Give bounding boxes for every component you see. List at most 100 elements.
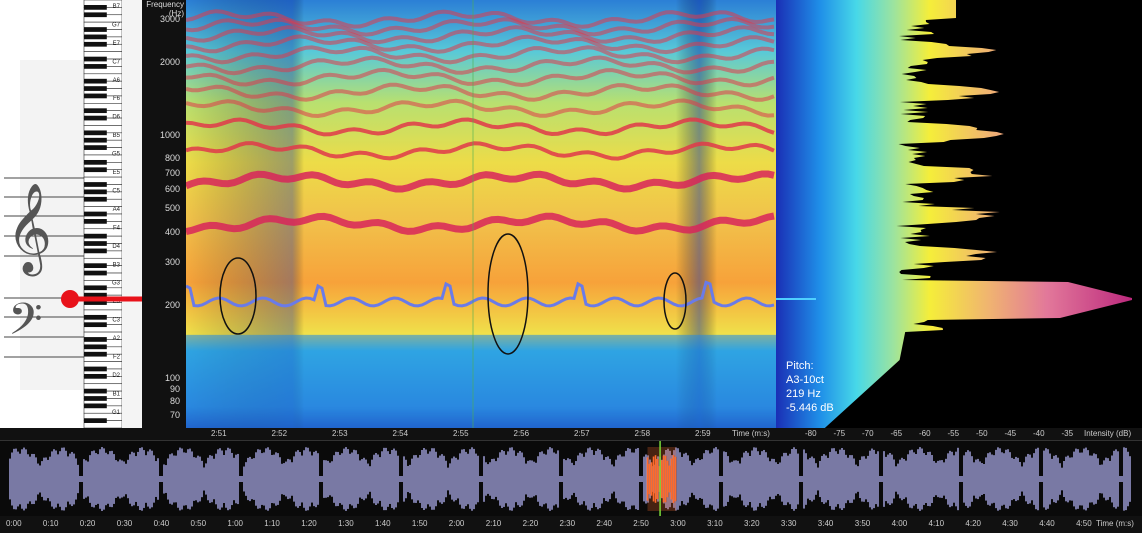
time-axis-unit: Time (m:s) bbox=[732, 429, 770, 438]
time-tick: 2:58 bbox=[635, 429, 651, 438]
pitch-marker-dot bbox=[61, 290, 79, 308]
black-key bbox=[84, 12, 107, 17]
piano-key-label: A2 bbox=[113, 336, 121, 342]
frequency-tick: 100 bbox=[165, 373, 180, 383]
overview-tick: 0:20 bbox=[80, 519, 96, 528]
frequency-tick: 500 bbox=[165, 203, 180, 213]
piano-keyboard: 𝄞 𝄢 B7G7E7C7A6F6D6B5G5E5C5A4F4D4B3G3E3C3… bbox=[0, 0, 142, 428]
time-tick: 2:59 bbox=[695, 429, 711, 438]
intensity-tick: -35 bbox=[1062, 429, 1074, 438]
intensity-tick: -70 bbox=[862, 429, 874, 438]
overview-tick: 3:20 bbox=[744, 519, 760, 528]
intensity-tick: -40 bbox=[1033, 429, 1045, 438]
frequency-axis: Frequency (Hz) 3000 2000 1000 800 700 600 500 4… bbox=[142, 0, 186, 428]
piano-key-label: F6 bbox=[113, 96, 121, 102]
frequency-tick: 600 bbox=[165, 184, 180, 194]
time-intensity-axis: 2:51 2:52 2:53 2:54 2:55 2:56 2:57 2:58 2:59 Tim… bbox=[0, 428, 1142, 440]
piano-keys: B7G7E7C7A6F6D6B5G5E5C5A4F4D4B3G3E3C3A2F2… bbox=[84, 0, 142, 428]
black-key bbox=[84, 322, 107, 327]
piano-key-label: D6 bbox=[112, 115, 120, 121]
black-key bbox=[84, 116, 107, 121]
frequency-tick: 70 bbox=[170, 410, 180, 420]
overview-tick: 0:50 bbox=[191, 519, 207, 528]
black-key bbox=[84, 160, 107, 165]
black-key bbox=[84, 94, 107, 99]
waveform-bars bbox=[10, 447, 1130, 511]
waveform-overview[interactable] bbox=[0, 440, 1142, 517]
black-key bbox=[84, 396, 107, 401]
time-tick: 2:51 bbox=[211, 429, 227, 438]
black-key bbox=[84, 79, 107, 84]
piano-key-label: B7 bbox=[113, 4, 121, 10]
piano-key-label: B1 bbox=[113, 391, 121, 397]
overview-tick: 4:00 bbox=[892, 519, 908, 528]
black-key bbox=[84, 130, 107, 135]
piano-key-label: E7 bbox=[113, 41, 121, 47]
overview-tick: 2:00 bbox=[449, 519, 465, 528]
piano-key-label: D4 bbox=[112, 244, 120, 250]
overview-tick: 1:20 bbox=[301, 519, 317, 528]
frequency-tick: 1000 bbox=[160, 130, 180, 140]
frequency-tick: 300 bbox=[165, 257, 180, 267]
piano-key-label: C3 bbox=[112, 318, 120, 324]
overview-tick: 4:30 bbox=[1002, 519, 1018, 528]
black-key bbox=[84, 138, 107, 143]
pitch-label: Pitch: bbox=[786, 359, 834, 373]
piano-key-label: A6 bbox=[113, 78, 121, 84]
intensity-axis-unit: Intensity (dB) bbox=[1084, 429, 1131, 438]
spectrogram-canvas[interactable] bbox=[186, 0, 776, 428]
overview-tick: 4:20 bbox=[965, 519, 981, 528]
black-key bbox=[84, 190, 107, 195]
overview-tick: 4:50 bbox=[1076, 519, 1092, 528]
intensity-tick: -55 bbox=[948, 429, 960, 438]
piano-key-label: B3 bbox=[113, 262, 121, 268]
black-key bbox=[84, 285, 107, 290]
frequency-tick: 90 bbox=[170, 384, 180, 394]
overview-tick: 2:20 bbox=[523, 519, 539, 528]
time-tick: 2:56 bbox=[514, 429, 530, 438]
spectrogram-view[interactable] bbox=[186, 0, 776, 428]
overview-tick: 1:10 bbox=[264, 519, 280, 528]
black-key bbox=[84, 219, 107, 224]
black-key bbox=[84, 352, 107, 357]
overview-timeline: 0:00 0:10 0:20 0:30 0:40 0:50 1:00 1:10 1:20 1:30… bbox=[0, 516, 1142, 533]
piano-keyboard-panel: 𝄞 𝄢 B7 G7 E7 C7 A6 F6 D6 B5 G5 E5 C5 A4 F4 D4 B3 G3 E3 C3… bbox=[0, 0, 142, 428]
time-tick: 2:54 bbox=[393, 429, 409, 438]
intensity-tick: -60 bbox=[919, 429, 931, 438]
time-tick: 2:52 bbox=[272, 429, 288, 438]
intensity-tick: -45 bbox=[1005, 429, 1017, 438]
frequency-tick: 400 bbox=[165, 227, 180, 237]
timeline-unit: Time (m:s) bbox=[1096, 519, 1134, 528]
overview-tick: 1:00 bbox=[227, 519, 243, 528]
overview-tick: 1:50 bbox=[412, 519, 428, 528]
piano-key-label: E5 bbox=[113, 170, 121, 176]
piano-key-label: B5 bbox=[113, 133, 121, 139]
time-tick: 2:53 bbox=[332, 429, 348, 438]
black-key bbox=[84, 197, 107, 202]
black-key bbox=[84, 27, 107, 32]
overview-tick: 3:50 bbox=[855, 519, 871, 528]
piano-key-label: F4 bbox=[113, 225, 121, 231]
frequency-tick: 800 bbox=[165, 153, 180, 163]
overview-tick: 0:40 bbox=[154, 519, 170, 528]
black-key bbox=[84, 241, 107, 246]
intensity-tick: -50 bbox=[976, 429, 988, 438]
intensity-tick: -65 bbox=[891, 429, 903, 438]
black-key bbox=[84, 404, 107, 409]
overview-tick: 3:40 bbox=[818, 519, 834, 528]
black-key bbox=[84, 167, 107, 172]
pitch-readout: Pitch: A3-10ct 219 Hz -5.446 dB bbox=[786, 359, 834, 415]
black-key bbox=[84, 418, 107, 423]
intensity-tick: -75 bbox=[834, 429, 846, 438]
pitch-note: A3-10ct bbox=[786, 373, 834, 387]
waveform-canvas[interactable] bbox=[0, 441, 1142, 517]
overview-tick: 0:00 bbox=[6, 519, 22, 528]
black-key bbox=[84, 64, 107, 69]
piano-key-label: F2 bbox=[113, 355, 121, 361]
overview-tick: 4:40 bbox=[1039, 519, 1055, 528]
frequency-tick: 80 bbox=[170, 396, 180, 406]
black-key bbox=[84, 182, 107, 187]
overview-tick: 1:30 bbox=[338, 519, 354, 528]
black-key bbox=[84, 344, 107, 349]
black-key bbox=[84, 57, 107, 62]
